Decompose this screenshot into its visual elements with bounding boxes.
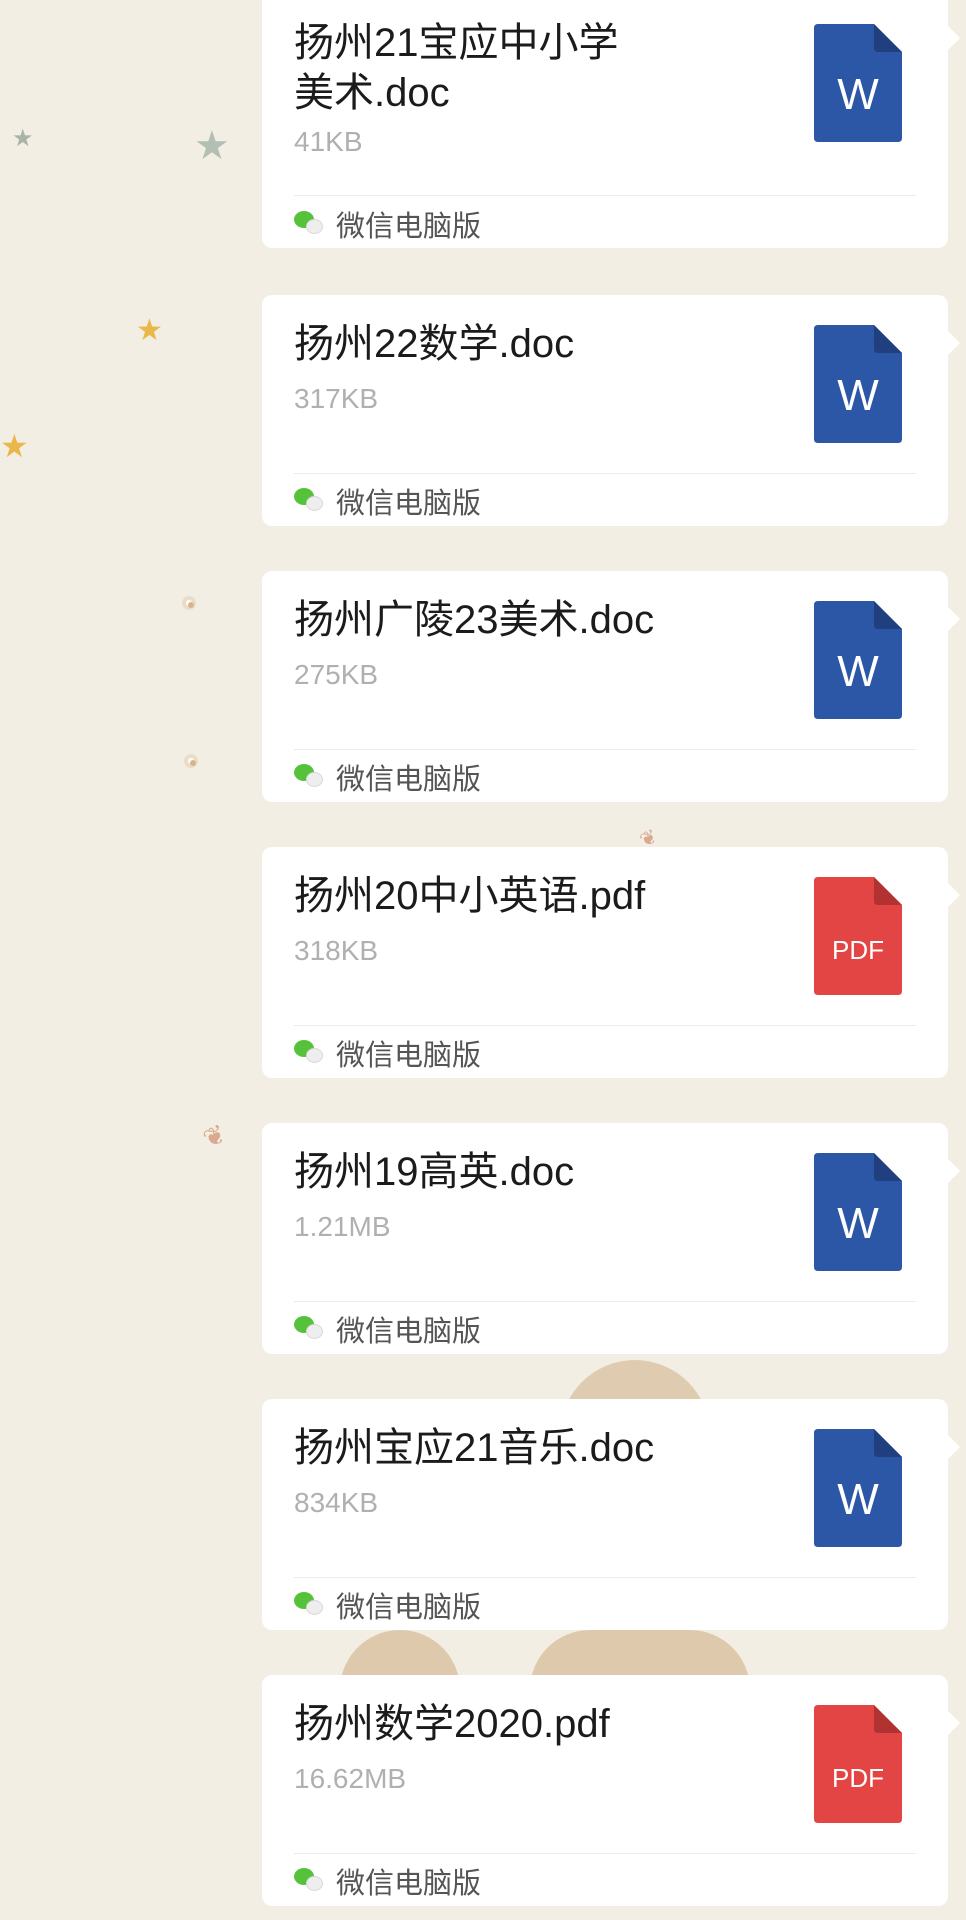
word-file-icon: W <box>814 1429 902 1547</box>
word-file-icon: W <box>814 601 902 719</box>
divider <box>294 473 916 474</box>
source-row: 微信电脑版 <box>294 481 481 521</box>
file-type-letter: W <box>837 1199 879 1248</box>
star-icon: ★ <box>194 123 230 169</box>
wechat-icon <box>294 764 324 790</box>
flower-icon <box>184 754 198 768</box>
source-row: 微信电脑版 <box>294 757 481 797</box>
file-size: 275KB <box>294 659 379 690</box>
flower-icon <box>182 596 196 610</box>
wechat-icon <box>294 1316 324 1342</box>
source-row: 微信电脑版 <box>294 1033 481 1073</box>
wechat-icon <box>294 1592 324 1618</box>
file-message[interactable]: 扬州22数学.doc 317KB W 微信电脑版 <box>262 295 960 526</box>
file-name: 扬州宝应21音乐.doc <box>294 1426 655 1470</box>
divider <box>294 1853 916 1854</box>
butterfly-icon: ❦ <box>198 1118 232 1156</box>
file-message[interactable]: 扬州20中小英语.pdf 318KB PDF 微信电脑版 <box>262 847 960 1078</box>
file-type-letter: PDF <box>832 1763 884 1793</box>
source-row: 微信电脑版 <box>294 204 481 244</box>
source-label: 微信电脑版 <box>336 486 482 520</box>
file-size: 1.21MB <box>294 1211 391 1242</box>
source-label: 微信电脑版 <box>336 1314 482 1348</box>
file-message[interactable]: 扬州21宝应中小学 美术.doc 41KB W 微信电脑版 <box>262 0 960 248</box>
file-type-letter: W <box>837 371 879 420</box>
pdf-file-icon: PDF <box>814 877 902 995</box>
divider <box>294 1025 916 1026</box>
file-size: 834KB <box>294 1487 379 1518</box>
file-name: 扬州数学2020.pdf <box>294 1702 610 1746</box>
file-name: 扬州21宝应中小学 美术.doc <box>294 21 619 115</box>
divider <box>294 1577 916 1578</box>
file-name: 扬州20中小英语.pdf <box>294 874 646 918</box>
word-file-icon: W <box>814 325 902 443</box>
source-row: 微信电脑版 <box>294 1309 481 1349</box>
wechat-icon <box>294 211 324 237</box>
wechat-icon <box>294 488 324 514</box>
file-size: 318KB <box>294 935 379 966</box>
word-file-icon: W <box>814 1153 902 1271</box>
source-row: 微信电脑版 <box>294 1861 481 1901</box>
file-size: 16.62MB <box>294 1763 407 1794</box>
file-type-letter: PDF <box>832 935 884 965</box>
source-row: 微信电脑版 <box>294 1585 481 1625</box>
star-icon: ★ <box>0 427 29 465</box>
word-file-icon: W <box>814 24 902 142</box>
file-type-letter: W <box>837 70 879 119</box>
wechat-icon <box>294 1868 324 1894</box>
file-message[interactable]: 扬州宝应21音乐.doc 834KB W 微信电脑版 <box>262 1399 960 1630</box>
file-size: 317KB <box>294 383 379 414</box>
file-type-letter: W <box>837 1475 879 1524</box>
file-size: 41KB <box>294 126 363 157</box>
file-message[interactable]: 扬州数学2020.pdf 16.62MB PDF 微信电脑版 <box>262 1675 960 1906</box>
wechat-icon <box>294 1040 324 1066</box>
file-message[interactable]: 扬州广陵23美术.doc 275KB W 微信电脑版 <box>262 571 960 802</box>
file-type-letter: W <box>837 647 879 696</box>
file-name: 扬州22数学.doc <box>294 322 575 366</box>
divider <box>294 749 916 750</box>
pdf-file-icon: PDF <box>814 1705 902 1823</box>
file-name: 扬州19高英.doc <box>294 1150 575 1194</box>
file-name: 扬州广陵23美术.doc <box>294 598 655 642</box>
source-label: 微信电脑版 <box>336 209 482 243</box>
source-label: 微信电脑版 <box>336 1038 482 1072</box>
source-label: 微信电脑版 <box>336 762 482 796</box>
divider <box>294 1301 916 1302</box>
source-label: 微信电脑版 <box>336 1590 482 1624</box>
star-icon: ★ <box>12 124 34 152</box>
star-icon: ★ <box>136 313 163 348</box>
source-label: 微信电脑版 <box>336 1866 482 1900</box>
divider <box>294 195 916 196</box>
file-message[interactable]: 扬州19高英.doc 1.21MB W 微信电脑版 <box>262 1123 960 1354</box>
